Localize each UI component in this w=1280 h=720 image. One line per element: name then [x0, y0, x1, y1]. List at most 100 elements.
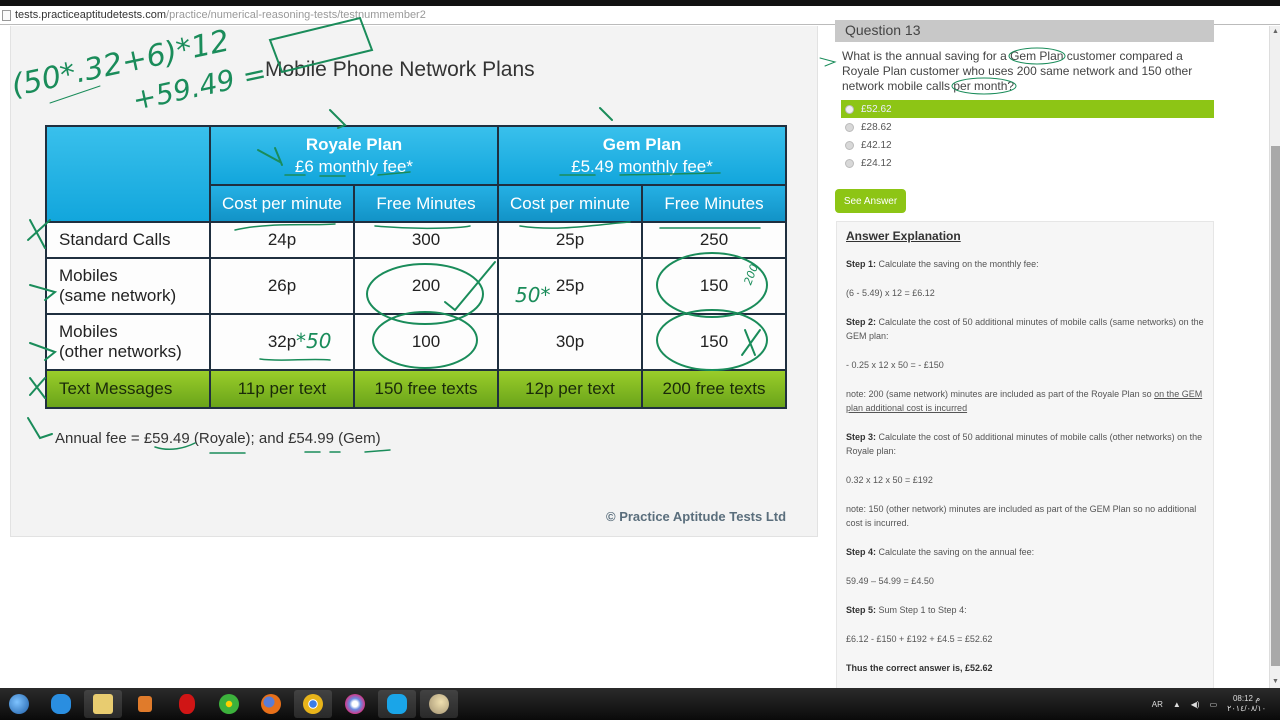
answer-option[interactable]: £52.62 — [841, 100, 1214, 118]
windows-start-icon — [9, 694, 29, 714]
clock-date: ٢٠١٤/٠٨/١٠ — [1227, 704, 1266, 713]
folder-icon — [93, 694, 113, 714]
annual-fee-note: Annual fee = £59.49 (Royale); and £54.99… — [55, 430, 381, 447]
royale-plan-header: Royale Plan £6 monthly fee* — [209, 125, 499, 186]
answer-options: £52.62 £28.62 £42.12 £24.12 — [841, 100, 1214, 172]
table-cell: 250 — [641, 221, 787, 259]
taskbar-app-opera[interactable] — [168, 690, 206, 718]
step-text: Calculate the saving on the annual fee: — [876, 547, 1035, 557]
step-3-calc: 0.32 x 12 x 50 = £192 — [846, 475, 933, 485]
volume-icon[interactable]: ◀) — [1191, 700, 1200, 709]
taskbar-app-ie[interactable] — [42, 690, 80, 718]
explanation-title: Answer Explanation — [846, 229, 961, 243]
table-cell: 11p per text — [209, 369, 355, 409]
plans-table: Royale Plan £6 monthly fee* Gem Plan £5.… — [45, 125, 787, 409]
step-2-calc: - 0.25 x 12 x 50 = - £150 — [846, 360, 944, 370]
option-label: £24.12 — [861, 157, 892, 169]
option-label: £52.62 — [861, 103, 892, 115]
step-5: Step 5: Sum Step 1 to Step 4: — [846, 603, 1204, 617]
plan-fee: £6 monthly fee* — [294, 156, 414, 176]
step-2: Step 2: Calculate the cost of 50 additio… — [846, 315, 1204, 343]
question-text: What is the annual saving for a Gem Plan… — [842, 49, 1193, 93]
scrollbar-thumb[interactable] — [1271, 146, 1280, 666]
media-player-icon — [138, 696, 152, 712]
taskbar-app-paint[interactable] — [420, 690, 458, 718]
corner-cell — [45, 125, 211, 223]
swirl-app-icon — [345, 694, 365, 714]
skype-icon — [387, 694, 407, 714]
taskbar-app-icq[interactable] — [210, 690, 248, 718]
clock-time: 08:12 م — [1232, 694, 1261, 703]
firefox-icon — [261, 694, 281, 714]
url-path: /practice/numerical-reasoning-tests/test… — [166, 9, 426, 21]
table-cell: 300 — [353, 221, 499, 259]
plan-fee: £5.49 monthly fee* — [571, 156, 713, 176]
taskbar: AR ▲ ◀) ▭ 08:12 م ٢٠١٤/٠٨/١٠ — [0, 688, 1280, 720]
table-row: Text Messages 11p per text 150 free text… — [45, 369, 787, 409]
radio-button[interactable] — [845, 158, 854, 168]
step-label: Step 5: — [846, 605, 877, 615]
table-cell: 12p per text — [497, 369, 643, 409]
answer-option[interactable]: £28.62 — [841, 118, 1214, 136]
table-cell: 30p — [497, 313, 643, 371]
table-row: Mobiles (other networks) 32p 100 30p 150 — [45, 313, 787, 371]
show-hidden-icons[interactable]: ▲ — [1173, 700, 1181, 709]
step-text: Calculate the cost of 50 additional minu… — [846, 432, 1203, 456]
subheader-free: Free Minutes — [641, 184, 787, 223]
option-label: £42.12 — [861, 139, 892, 151]
radio-button[interactable] — [845, 104, 854, 114]
start-button[interactable] — [0, 690, 38, 718]
row-label-line: (other networks) — [59, 342, 182, 361]
language-indicator[interactable]: AR — [1152, 700, 1163, 709]
step-text: Sum Step 1 to Step 4: — [876, 605, 967, 615]
taskbar-app-skype[interactable] — [378, 690, 416, 718]
table-cell: 25p — [497, 257, 643, 315]
network-icon[interactable]: ▭ — [1210, 700, 1218, 709]
step-text: Calculate the saving on the monthly fee: — [876, 259, 1039, 269]
taskbar-app-chrome[interactable] — [294, 690, 332, 718]
subheader-cost: Cost per minute — [209, 184, 355, 223]
see-answer-button[interactable]: See Answer — [835, 189, 906, 213]
taskbar-app-explorer[interactable] — [84, 690, 122, 718]
subheader-free: Free Minutes — [353, 184, 499, 223]
url-host: tests.practiceaptitudetests.com — [15, 9, 167, 21]
table-cell: 32p — [209, 313, 355, 371]
gem-plan-header: Gem Plan £5.49 monthly fee* — [497, 125, 787, 186]
note-text: note: 200 (same network) minutes are inc… — [846, 389, 1155, 399]
table-cell: 150 — [641, 257, 787, 315]
answer-option[interactable]: £42.12 — [841, 136, 1214, 154]
subheader-cost: Cost per minute — [497, 184, 643, 223]
clock[interactable]: 08:12 م ٢٠١٤/٠٨/١٠ — [1227, 694, 1266, 714]
scroll-up-icon[interactable]: ▲ — [1270, 26, 1280, 38]
table-cell: 100 — [353, 313, 499, 371]
step-3: Step 3: Calculate the cost of 50 additio… — [846, 430, 1204, 458]
vertical-scrollbar[interactable]: ▲ ▼ — [1269, 26, 1280, 688]
step-5-calc: £6.12 - £150 + £192 + £4.5 = £52.62 — [846, 634, 993, 644]
answer-option[interactable]: £24.12 — [841, 154, 1214, 172]
ink-arrow-question — [819, 57, 837, 67]
paint-palette-icon — [429, 694, 449, 714]
radio-button[interactable] — [845, 140, 854, 150]
icq-flower-icon — [219, 694, 239, 714]
taskbar-app-firefox[interactable] — [252, 690, 290, 718]
table-cell: 150 free texts — [353, 369, 499, 409]
option-label: £28.62 — [861, 121, 892, 133]
row-label-line: Mobiles — [59, 266, 118, 285]
note-2: note: 150 (other network) minutes are in… — [846, 504, 1197, 528]
row-label: Text Messages — [45, 369, 211, 409]
radio-button[interactable] — [845, 122, 854, 132]
row-label-line: Mobiles — [59, 322, 118, 341]
taskbar-app-media[interactable] — [126, 690, 164, 718]
step-label: Step 3: — [846, 432, 877, 442]
table-cell: 150 — [641, 313, 787, 371]
system-tray: AR ▲ ◀) ▭ 08:12 م ٢٠١٤/٠٨/١٠ — [1152, 688, 1280, 720]
table-cell: 200 — [353, 257, 499, 315]
conclusion: Thus the correct answer is, £52.62 — [846, 663, 993, 673]
taskbar-app-swirl[interactable] — [336, 690, 374, 718]
scroll-down-icon[interactable]: ▼ — [1270, 676, 1280, 688]
table-cell: 25p — [497, 221, 643, 259]
chrome-icon — [303, 694, 323, 714]
step-label: Step 2: — [846, 317, 877, 327]
row-label-line: (same network) — [59, 286, 177, 305]
table-row: Standard Calls 24p 300 25p 250 — [45, 221, 787, 259]
